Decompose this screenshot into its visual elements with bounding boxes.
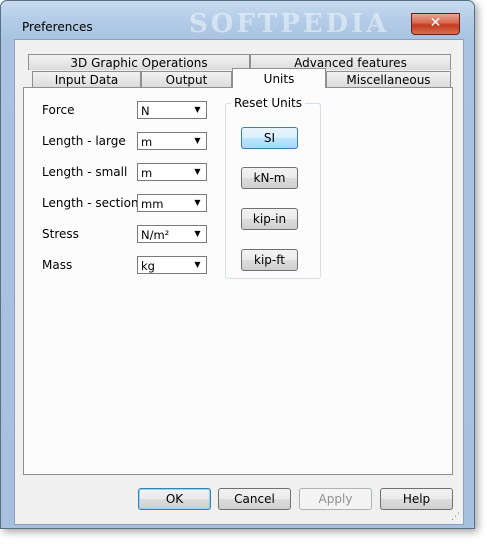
chevron-down-icon[interactable]: ▼: [190, 258, 205, 272]
watermark: SOFTPEDIA: [189, 9, 390, 39]
kip-ft-button[interactable]: kip-ft: [241, 249, 298, 271]
resize-grip-icon[interactable]: ⋰: [451, 512, 461, 522]
tab-label: Miscellaneous: [346, 73, 431, 87]
help-button[interactable]: Help: [380, 488, 453, 510]
force-label: Force: [42, 103, 75, 117]
units-tab-panel: Force N ▼ Length - large m ▼ Length - sm…: [23, 87, 453, 475]
mass-label: Mass: [42, 258, 73, 272]
kip-in-button[interactable]: kip-in: [241, 208, 298, 230]
apply-button[interactable]: Apply: [299, 488, 372, 510]
tab-label: Input Data: [54, 73, 119, 87]
stress-value: N/m²: [141, 228, 170, 242]
length-large-select[interactable]: m ▼: [137, 132, 207, 150]
chevron-down-icon[interactable]: ▼: [190, 103, 205, 117]
length-small-label: Length - small: [42, 165, 128, 179]
reset-units-group: Reset Units SI kN-m kip-in kip-ft: [225, 96, 321, 279]
ok-button[interactable]: OK: [138, 488, 211, 510]
tab-label: 3D Graphic Operations: [70, 56, 208, 70]
length-large-label: Length - large: [42, 134, 126, 148]
title-bar[interactable]: SOFTPEDIA Preferences ✕: [1, 1, 474, 39]
close-icon: ✕: [429, 15, 442, 31]
force-select[interactable]: N ▼: [137, 101, 207, 119]
tab-output[interactable]: Output: [141, 71, 232, 87]
stress-select[interactable]: N/m² ▼: [137, 225, 207, 243]
window-title: Preferences: [22, 20, 93, 34]
chevron-down-icon[interactable]: ▼: [190, 134, 205, 148]
preferences-window: SOFTPEDIA Preferences ✕ 3D Graphic Opera…: [0, 0, 475, 529]
stress-label: Stress: [42, 227, 79, 241]
chevron-down-icon[interactable]: ▼: [190, 196, 205, 210]
length-small-value: m: [141, 166, 153, 180]
reset-units-title: Reset Units: [231, 96, 306, 110]
tab-miscellaneous[interactable]: Miscellaneous: [326, 71, 451, 87]
tab-units[interactable]: Units: [232, 68, 326, 88]
mass-select[interactable]: kg ▼: [137, 256, 207, 274]
tab-input-data[interactable]: Input Data: [32, 71, 141, 87]
length-small-select[interactable]: m ▼: [137, 163, 207, 181]
si-button[interactable]: SI: [241, 127, 298, 149]
tab-3d-graphic-operations[interactable]: 3D Graphic Operations: [28, 54, 250, 70]
chevron-down-icon[interactable]: ▼: [190, 165, 205, 179]
cancel-button[interactable]: Cancel: [218, 488, 291, 510]
length-sections-value: mm: [141, 197, 164, 211]
kn-m-button[interactable]: kN-m: [241, 167, 298, 189]
close-button[interactable]: ✕: [411, 13, 460, 35]
mass-value: kg: [141, 259, 155, 273]
length-large-value: m: [141, 135, 153, 149]
force-value: N: [141, 104, 150, 118]
length-sections-label: Length - sections: [42, 196, 145, 210]
chevron-down-icon[interactable]: ▼: [190, 227, 205, 241]
tab-label: Units: [263, 72, 295, 86]
tab-label: Output: [165, 73, 208, 87]
dialog-client-area: 3D Graphic Operations Advanced features …: [14, 39, 464, 525]
length-sections-select[interactable]: mm ▼: [137, 194, 207, 212]
